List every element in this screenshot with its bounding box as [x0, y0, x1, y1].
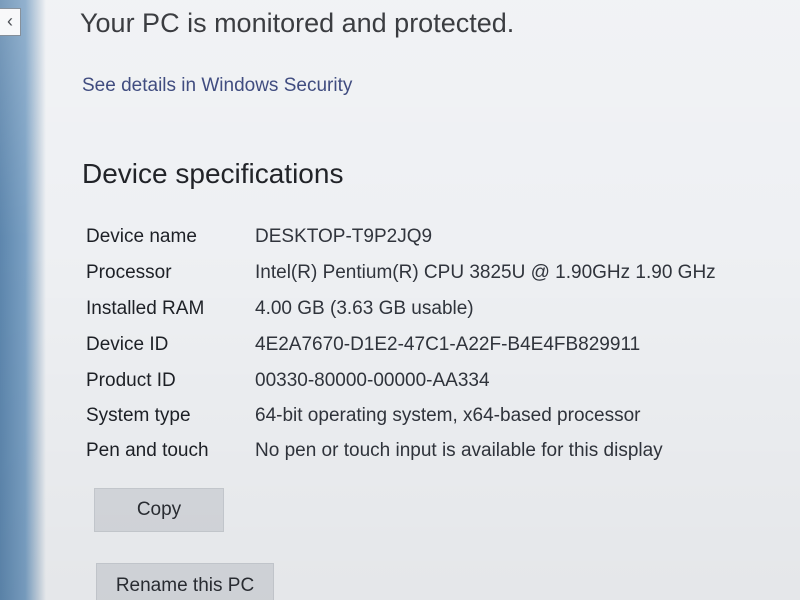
spec-label: Device ID [86, 334, 169, 355]
spec-label: Installed RAM [86, 298, 205, 319]
spec-value: 4E2A7670-D1E2-47C1-A22F-B4E4FB829911 [255, 334, 641, 355]
spec-row-device-id: Device ID 4E2A7670-D1E2-47C1-A22F-B4E4FB… [86, 334, 766, 364]
spec-row-system-type: System type 64-bit operating system, x64… [86, 405, 766, 435]
spec-label: Device name [86, 226, 197, 247]
spec-value: DESKTOP-T9P2JQ9 [255, 226, 433, 247]
spec-label: Processor [86, 262, 172, 283]
spec-row-processor: Processor Intel(R) Pentium(R) CPU 3825U … [86, 262, 766, 292]
security-status-heading: Your PC is monitored and protected. [80, 8, 515, 38]
copy-button[interactable]: Copy [94, 488, 224, 532]
spec-value: 4.00 GB (3.63 GB usable) [255, 298, 474, 319]
spec-row-device-name: Device name DESKTOP-T9P2JQ9 [86, 226, 766, 256]
back-arrow-icon: ‹ [7, 11, 13, 31]
device-specifications-heading: Device specifications [82, 158, 344, 189]
rename-this-pc-button[interactable]: Rename this PC [96, 563, 274, 600]
spec-value: No pen or touch input is available for t… [255, 440, 663, 461]
spec-label: System type [86, 405, 191, 426]
windows-security-link[interactable]: See details in Windows Security [82, 75, 352, 97]
about-content: Your PC is monitored and protected. See … [46, 0, 800, 600]
spec-label: Product ID [86, 370, 176, 391]
spec-row-installed-ram: Installed RAM 4.00 GB (3.63 GB usable) [86, 298, 766, 328]
navigation-pane-edge [0, 0, 46, 600]
back-button[interactable]: ‹ [0, 8, 21, 36]
spec-value: 64-bit operating system, x64-based proce… [255, 405, 641, 426]
settings-window: ‹ Your PC is monitored and protected. Se… [0, 0, 800, 600]
spec-row-pen-and-touch: Pen and touch No pen or touch input is a… [86, 440, 766, 470]
spec-value: Intel(R) Pentium(R) CPU 3825U @ 1.90GHz … [255, 262, 716, 283]
spec-value: 00330-80000-00000-AA334 [255, 370, 490, 391]
spec-label: Pen and touch [86, 440, 209, 461]
spec-row-product-id: Product ID 00330-80000-00000-AA334 [86, 370, 766, 400]
